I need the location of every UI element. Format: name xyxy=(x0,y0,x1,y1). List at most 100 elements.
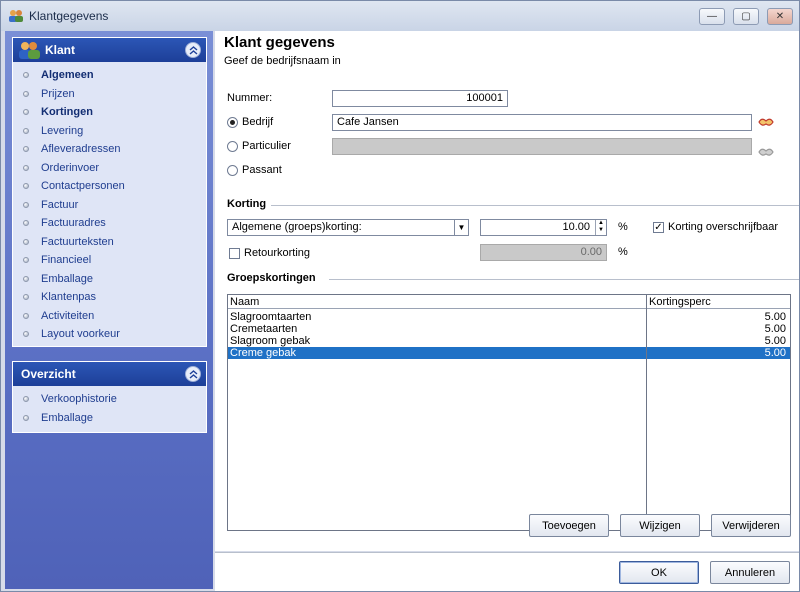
korting-overschrijfbaar-checkbox[interactable]: ✓ xyxy=(653,222,664,233)
ok-button[interactable]: OK xyxy=(619,561,699,584)
handshake-disabled-icon xyxy=(758,148,774,156)
maximize-icon: ▢ xyxy=(741,11,751,22)
korting-percentage-field[interactable]: 10.00 ▲ ▼ xyxy=(480,219,607,236)
customers-icon xyxy=(19,42,40,59)
nav-item[interactable]: Klantenpas xyxy=(13,288,206,307)
bullet-icon xyxy=(23,72,29,79)
nav-item-label: Verkoophistorie xyxy=(41,393,117,406)
nav-item-label: Orderinvoer xyxy=(41,161,100,174)
close-button[interactable]: ✕ xyxy=(767,8,793,25)
nav-item[interactable]: Layout voorkeur xyxy=(13,325,206,344)
bullet-icon xyxy=(23,183,29,190)
klant-nav-list: Algemeen Prijzen Kortingen Levering Aflevera… xyxy=(13,62,206,350)
nav-item-label: Emballage xyxy=(41,272,93,285)
klant-panel-title: Klant xyxy=(45,43,75,57)
korting-type-value: Algemene (groeps)korting: xyxy=(232,221,362,233)
bullet-icon xyxy=(23,90,29,97)
nav-item[interactable]: Financieel xyxy=(13,251,206,270)
cell-kortingsperc: 5.00 xyxy=(764,335,786,347)
bullet-icon xyxy=(23,275,29,282)
minimize-icon: — xyxy=(707,11,717,22)
bullet-icon xyxy=(23,238,29,245)
window: Klantgegevens — ▢ ✕ Klant Algemeen Prijze… xyxy=(0,0,800,592)
retourkorting-label: Retourkorting xyxy=(244,247,311,259)
nav-item[interactable]: Contactpersonen xyxy=(13,177,206,196)
window-title: Klantgegevens xyxy=(29,9,109,23)
particulier-field xyxy=(332,138,752,155)
chevron-up-double-icon xyxy=(189,369,197,379)
nav-item[interactable]: Prijzen xyxy=(13,85,206,104)
nav-item[interactable]: Factuurteksten xyxy=(13,233,206,252)
chevron-up-double-icon xyxy=(189,45,197,55)
table-row[interactable]: Creme gebak 5.00 xyxy=(228,347,790,359)
table-row[interactable]: Cremetaarten 5.00 xyxy=(228,323,790,335)
nav-item-label: Activiteiten xyxy=(41,309,95,322)
klant-panel-header[interactable]: Klant xyxy=(13,38,206,62)
close-icon: ✕ xyxy=(775,11,785,22)
nav-item[interactable]: Emballage xyxy=(13,409,206,428)
korting-type-select[interactable]: Algemene (groeps)korting: ▼ xyxy=(227,219,469,236)
table-row[interactable]: Slagroomtaarten 5.00 xyxy=(228,311,790,323)
klant-panel: Klant Algemeen Prijzen Kortingen Levering Af… xyxy=(12,37,207,347)
bullet-icon xyxy=(23,109,29,116)
nav-item-label: Prijzen xyxy=(41,87,75,100)
handshake-icon[interactable] xyxy=(758,115,774,129)
nav-item[interactable]: Afleveradressen xyxy=(13,140,206,159)
nav-item[interactable]: Activiteiten xyxy=(13,307,206,326)
minimize-button[interactable]: — xyxy=(699,8,725,25)
bedrijf-radio[interactable] xyxy=(227,117,238,128)
particulier-radio[interactable] xyxy=(227,141,238,152)
korting-section-title: Korting xyxy=(227,198,267,210)
bullet-icon xyxy=(23,414,29,421)
bullet-icon xyxy=(23,127,29,134)
column-header-kortingsperc[interactable]: Kortingsperc xyxy=(649,296,711,308)
nummer-field[interactable]: 100001 xyxy=(332,90,508,107)
nav-item-label: Algemeen xyxy=(41,69,94,82)
nav-item[interactable]: Factuuradres xyxy=(13,214,206,233)
collapse-button[interactable] xyxy=(185,366,201,382)
nav-item[interactable]: Factuur xyxy=(13,196,206,215)
page-title: Klant gegevens xyxy=(224,34,335,51)
nav-item-label: Factuur xyxy=(41,198,79,211)
collapse-button[interactable] xyxy=(185,42,201,58)
checkmark-icon: ✓ xyxy=(654,222,663,233)
groepskortingen-grid[interactable]: Naam Kortingsperc Slagroomtaarten 5.00 Cre… xyxy=(227,294,791,531)
toevoegen-button[interactable]: Toevoegen xyxy=(529,514,609,537)
nav-item[interactable]: Orderinvoer xyxy=(13,159,206,178)
nav-item-label: Contactpersonen xyxy=(41,180,125,193)
nav-item[interactable]: Levering xyxy=(13,122,206,141)
title-bar: Klantgegevens — ▢ ✕ xyxy=(1,1,799,31)
section-divider xyxy=(271,205,799,206)
spin-arrows-icon[interactable]: ▲ ▼ xyxy=(595,220,606,235)
verwijderen-button[interactable]: Verwijderen xyxy=(711,514,791,537)
nav-item[interactable]: Verkoophistorie xyxy=(13,390,206,409)
cell-naam: Slagroom gebak xyxy=(230,335,311,347)
nav-item[interactable]: Algemeen xyxy=(13,66,206,85)
wijzigen-button[interactable]: Wijzigen xyxy=(620,514,700,537)
grid-header: Naam Kortingsperc xyxy=(228,295,790,309)
nav-item-label: Financieel xyxy=(41,254,92,267)
bedrijf-label: Bedrijf xyxy=(242,116,274,128)
overzicht-panel-header[interactable]: Overzicht xyxy=(13,362,206,386)
retourkorting-checkbox[interactable] xyxy=(229,248,240,259)
nav-item-label: Layout voorkeur xyxy=(41,328,120,341)
column-separator xyxy=(646,295,647,530)
page-subtitle: Geef de bedrijfsnaam in xyxy=(224,55,341,67)
table-row[interactable]: Slagroom gebak 5.00 xyxy=(228,335,790,347)
annuleren-button[interactable]: Annuleren xyxy=(710,561,790,584)
bullet-icon xyxy=(23,257,29,264)
cell-naam: Slagroomtaarten xyxy=(230,311,312,323)
cell-naam: Creme gebak xyxy=(230,347,297,359)
bedrijf-field[interactable]: Cafe Jansen xyxy=(332,114,752,131)
korting-overschrijfbaar-label: Korting overschrijfbaar xyxy=(668,221,779,233)
nav-item-label: Factuurteksten xyxy=(41,235,114,248)
cell-kortingsperc: 5.00 xyxy=(764,347,786,359)
maximize-button[interactable]: ▢ xyxy=(733,8,759,25)
nav-item-label: Levering xyxy=(41,124,84,137)
nav-item[interactable]: Kortingen xyxy=(13,103,206,122)
column-header-naam[interactable]: Naam xyxy=(230,296,259,308)
passant-radio[interactable] xyxy=(227,165,238,176)
section-divider xyxy=(329,279,799,280)
nav-item-label: Factuuradres xyxy=(41,217,106,230)
nav-item[interactable]: Emballage xyxy=(13,270,206,289)
